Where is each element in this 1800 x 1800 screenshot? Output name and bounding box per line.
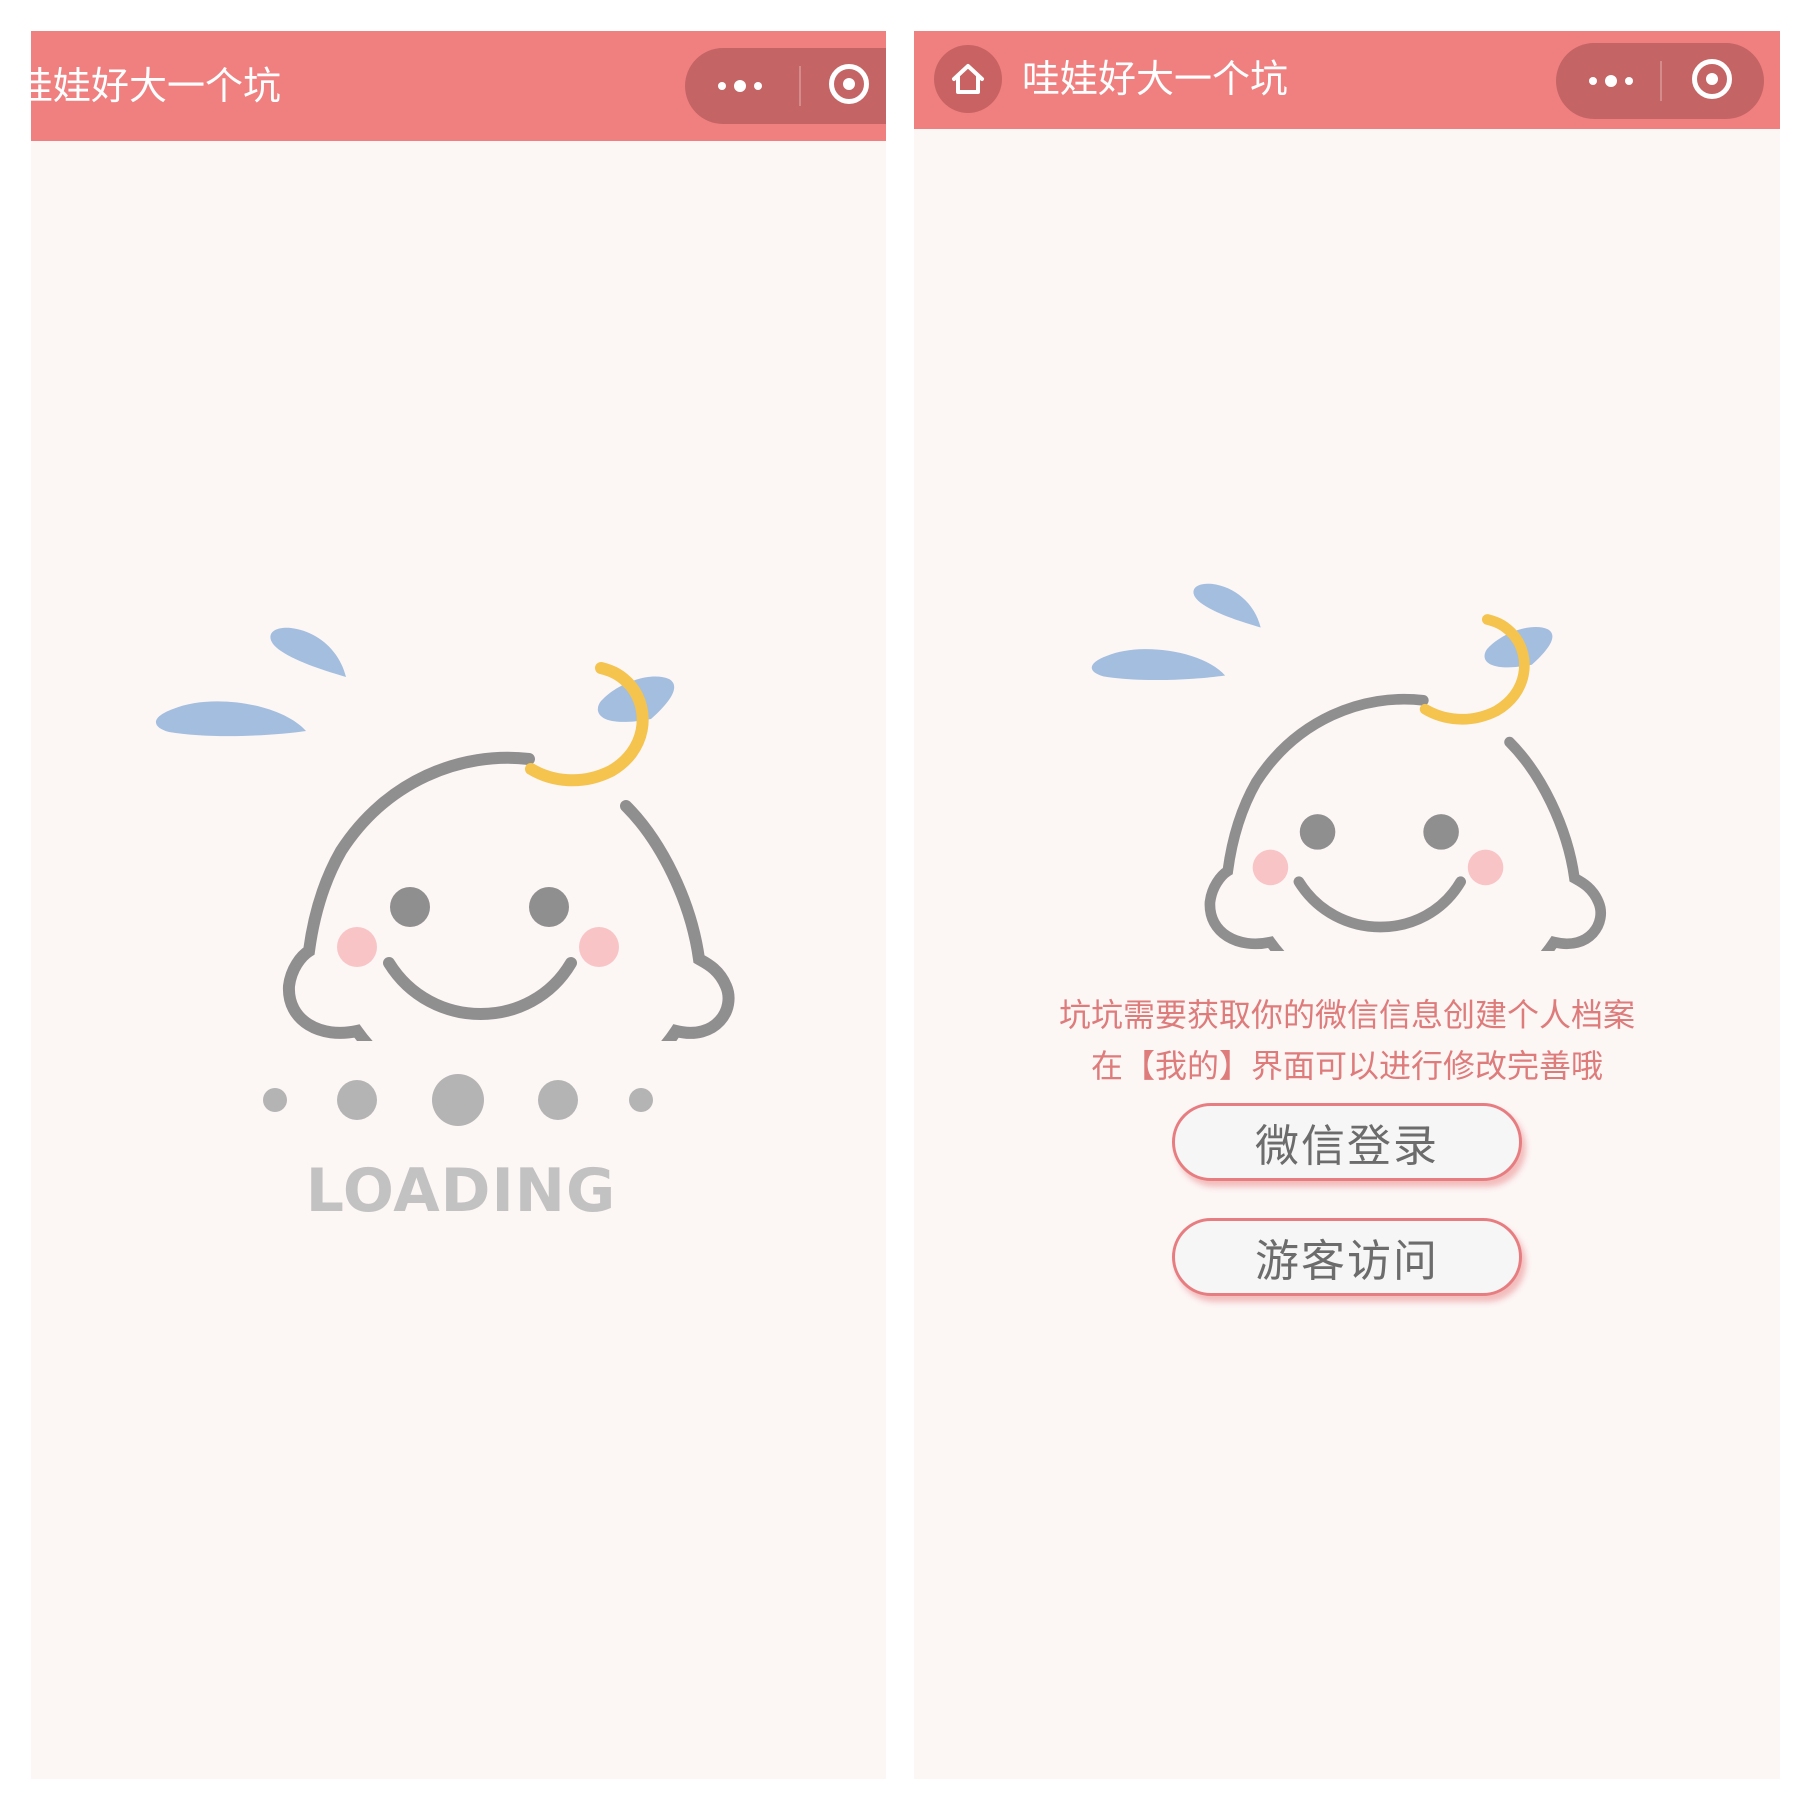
more-icon[interactable] (1556, 43, 1666, 119)
baby-face-logo (1091, 583, 1606, 951)
loading-dot (263, 1088, 287, 1112)
menu-capsule (685, 48, 886, 124)
blue-drop-left (155, 701, 306, 737)
login-screen: 哇娃好大一个坑 坑坑需要获取你的微信信息创建个人档案 在【我的】界面可以进行修改… (914, 31, 1780, 1779)
left-cheek (337, 927, 377, 967)
home-icon (952, 64, 984, 94)
loading-dot (538, 1080, 578, 1120)
menu-capsule (1556, 43, 1764, 119)
capsule-divider (799, 66, 801, 106)
left-cheek (1252, 849, 1289, 886)
loading-label: LOADING (305, 1156, 617, 1226)
home-button[interactable] (934, 45, 1002, 113)
right-cheek (579, 927, 619, 967)
wechat-login-button[interactable]: 微信登录 (1172, 1103, 1522, 1181)
head-outline (1204, 693, 1606, 951)
page-title: 哇娃好大一个坑 (31, 64, 282, 108)
page-title: 哇娃好大一个坑 (1022, 57, 1289, 101)
more-icon[interactable] (685, 48, 795, 124)
close-miniprogram-icon[interactable] (829, 64, 869, 104)
loading-dot (432, 1074, 484, 1126)
left-eye (390, 887, 430, 927)
left-eye (1299, 814, 1336, 850)
smile (1293, 876, 1466, 933)
guest-visit-button[interactable]: 游客访问 (1172, 1218, 1522, 1296)
permission-message-line2: 在【我的】界面可以进行修改完善哦 (1090, 1047, 1603, 1085)
hair-curl (525, 662, 649, 787)
right-eye (529, 887, 569, 927)
loading-screen: 哇娃好大一个坑 LOADING (31, 31, 886, 1779)
head-outline (282, 751, 735, 1041)
nav-bar: 哇娃好大一个坑 (31, 31, 886, 141)
permission-message-line1: 坑坑需要获取你的微信信息创建个人档案 (1058, 996, 1635, 1034)
nav-bar: 哇娃好大一个坑 (914, 31, 1780, 129)
capsule-divider (1660, 61, 1662, 101)
blue-drop-top (270, 627, 346, 677)
loading-dot (629, 1088, 653, 1112)
hair-curl (1419, 614, 1530, 725)
right-eye (1423, 814, 1459, 850)
blue-drop-left (1091, 649, 1226, 680)
baby-face-logo (155, 627, 735, 1041)
loading-dot (337, 1080, 377, 1120)
smile (383, 957, 577, 1020)
close-miniprogram-icon[interactable] (1692, 59, 1732, 99)
blue-drop-top (1193, 583, 1261, 628)
right-cheek (1467, 849, 1504, 886)
